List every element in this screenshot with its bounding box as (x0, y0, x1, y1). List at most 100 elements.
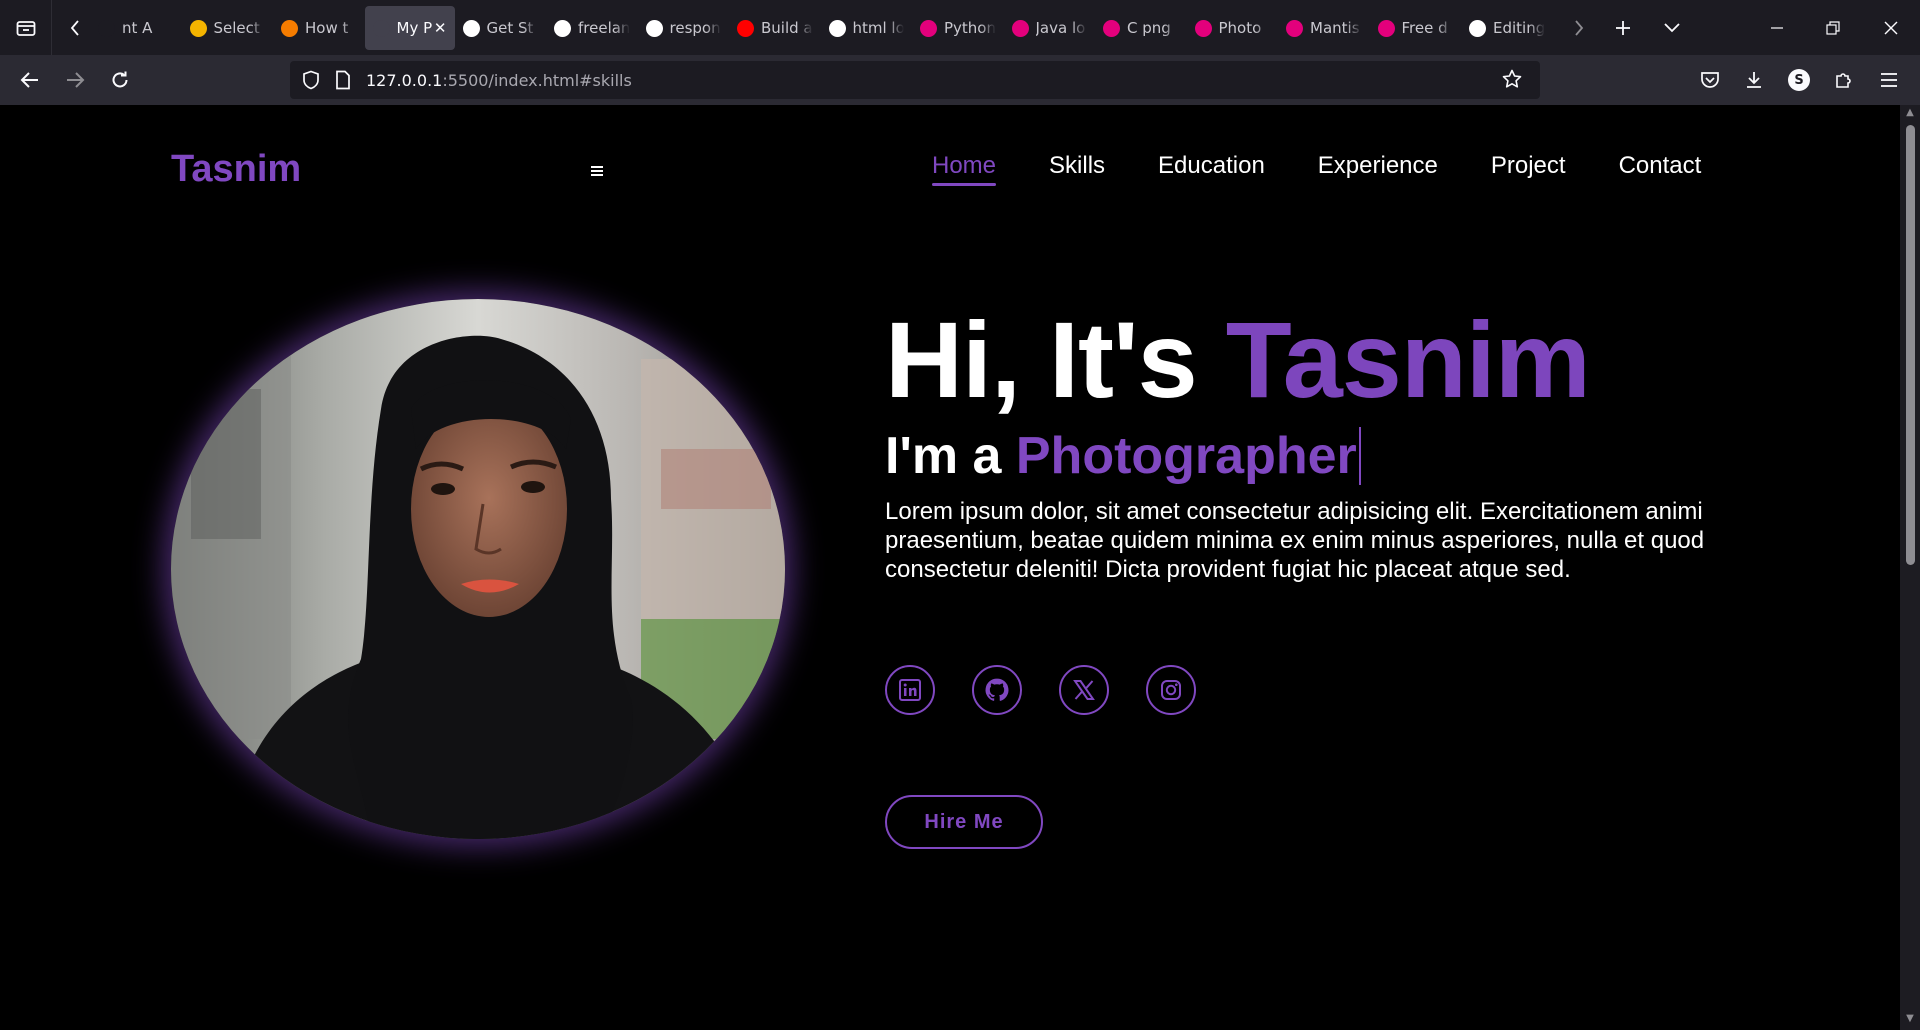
tab-favicon-icon (920, 19, 937, 37)
tab-overflow-chevron-icon[interactable] (1664, 0, 1680, 55)
tab-title: respon (669, 19, 721, 37)
browser-tab[interactable]: Free d (1370, 6, 1462, 50)
tab-title: nt A (122, 19, 153, 37)
page-info-icon[interactable] (335, 70, 351, 94)
hero-greeting: Hi, It's (885, 299, 1198, 420)
browser-tab[interactable]: nt A (90, 6, 182, 50)
browser-tab[interactable]: html lo (821, 6, 913, 50)
downloads-icon[interactable] (1734, 55, 1774, 105)
tab-title: Java lo (1035, 19, 1086, 37)
site-nav: Home Skills Education Experience Project Cont… (932, 152, 1754, 186)
profile-photo (171, 299, 785, 839)
browser-tab[interactable]: freelan (546, 6, 638, 50)
tab-favicon-icon (1377, 19, 1395, 37)
tab-favicon-icon (737, 19, 754, 37)
minimize-window-icon[interactable] (1770, 0, 1784, 55)
bookmark-star-icon[interactable] (1502, 69, 1522, 93)
tab-favicon-icon (1103, 19, 1120, 37)
nav-link-education[interactable]: Education (1158, 152, 1265, 186)
account-avatar[interactable]: S (1779, 55, 1819, 105)
account-initial: S (1788, 69, 1810, 91)
browser-tab[interactable]: Java lo (1004, 6, 1096, 50)
back-arrow-icon[interactable] (10, 55, 50, 105)
tab-title: Mantis (1310, 19, 1360, 37)
browser-tab[interactable]: My Port✕ (364, 6, 455, 50)
hero-subtitle: I'm a Photographer (885, 421, 1735, 491)
tab-title: Get St (486, 19, 534, 37)
nav-link-contact[interactable]: Contact (1619, 152, 1702, 186)
scroll-tabs-left-icon[interactable] (63, 14, 87, 42)
linkedin-icon[interactable] (885, 665, 935, 715)
url-text[interactable]: 127.0.0.1:5500/index.html#skills (366, 71, 632, 90)
extensions-icon[interactable] (1824, 55, 1864, 105)
browser-tab[interactable]: Mantis (1278, 6, 1370, 50)
role-prefix: I'm a (885, 427, 1002, 485)
tab-favicon-icon (1469, 19, 1486, 37)
tab-title: Photo (1218, 19, 1262, 37)
tab-favicon-icon (645, 19, 663, 37)
browser-tab[interactable]: Select (182, 6, 274, 50)
scrollbar-thumb[interactable] (1906, 125, 1915, 565)
browser-tab[interactable]: Get St (455, 6, 547, 50)
address-bar[interactable]: 127.0.0.1:5500/index.html#skills (290, 61, 1540, 99)
tab-title: C png (1127, 19, 1171, 37)
new-tab-icon[interactable] (1614, 0, 1632, 55)
tab-strip: nt A Select How t My Port✕ Get St freelan resp… (90, 0, 1580, 55)
tab-favicon-icon (98, 19, 115, 37)
browser-nav-bar: 127.0.0.1:5500/index.html#skills S (0, 55, 1920, 105)
tab-title: Build a (761, 19, 813, 37)
typed-role: Photographer (1015, 427, 1361, 485)
browser-tab[interactable]: How t (273, 6, 365, 50)
tab-favicon-icon (1286, 19, 1303, 37)
url-path: :5500/index.html#skills (442, 71, 632, 90)
tab-title: Select (213, 19, 260, 37)
tab-favicon-icon (281, 19, 298, 37)
tab-favicon-icon (1011, 19, 1029, 37)
instagram-icon[interactable] (1146, 665, 1196, 715)
tab-title: freelan (578, 19, 630, 37)
app-menu-icon[interactable] (1869, 55, 1909, 105)
hero-title: Hi, It's Tasnim (885, 295, 1735, 425)
browser-tab[interactable]: Editing (1461, 6, 1553, 50)
social-links (885, 665, 1233, 715)
tab-title: Python (944, 19, 996, 37)
x-twitter-icon[interactable] (1059, 665, 1109, 715)
github-icon[interactable] (972, 665, 1022, 715)
hero-description: Lorem ipsum dolor, sit amet consectetur … (885, 498, 1705, 583)
restore-window-icon[interactable] (1826, 0, 1840, 55)
url-host: 127.0.0.1 (366, 71, 443, 90)
close-tab-icon[interactable]: ✕ (434, 19, 447, 37)
scroll-down-arrow-icon[interactable]: ▼ (1904, 1013, 1916, 1025)
browser-tab[interactable]: C png (1095, 6, 1187, 50)
tab-title: Free d (1401, 19, 1448, 37)
hamburger-menu-icon[interactable] (590, 161, 604, 182)
site-logo[interactable]: Tasnim (171, 148, 301, 191)
list-all-tabs-icon[interactable] (0, 0, 52, 55)
browser-tab[interactable]: Python (912, 6, 1004, 50)
tab-favicon-icon (1194, 19, 1212, 37)
scroll-tabs-right-icon[interactable] (1574, 0, 1584, 55)
reload-icon[interactable] (100, 55, 140, 105)
browser-tab[interactable]: Photo (1187, 6, 1279, 50)
nav-link-skills[interactable]: Skills (1049, 152, 1105, 186)
scroll-up-arrow-icon[interactable]: ▲ (1904, 107, 1916, 119)
hire-me-button[interactable]: Hire Me (885, 795, 1043, 849)
nav-link-experience[interactable]: Experience (1318, 152, 1438, 186)
tab-favicon-icon (828, 19, 846, 37)
nav-link-home[interactable]: Home (932, 152, 997, 186)
page-viewport: Tasnim Home Skills Education Experience Proj… (0, 105, 1900, 1030)
browser-tab[interactable]: Build a (729, 6, 821, 50)
tab-favicon-icon (189, 19, 207, 37)
nav-link-project[interactable]: Project (1491, 152, 1566, 186)
page-scrollbar[interactable]: ▲ ▼ (1900, 105, 1920, 1030)
pocket-icon[interactable] (1690, 55, 1730, 105)
tab-title: How t (305, 19, 349, 37)
tab-title: Editing (1493, 19, 1545, 37)
browser-tab[interactable]: respon (638, 6, 730, 50)
close-window-icon[interactable] (1884, 0, 1898, 55)
tracking-shield-icon[interactable] (302, 70, 320, 94)
hero-section: Hi, It's Tasnim I'm a Photographer Lorem… (885, 295, 1735, 584)
tab-favicon-icon (554, 19, 571, 37)
forward-arrow-icon[interactable] (55, 55, 95, 105)
tab-favicon-icon (462, 19, 480, 37)
